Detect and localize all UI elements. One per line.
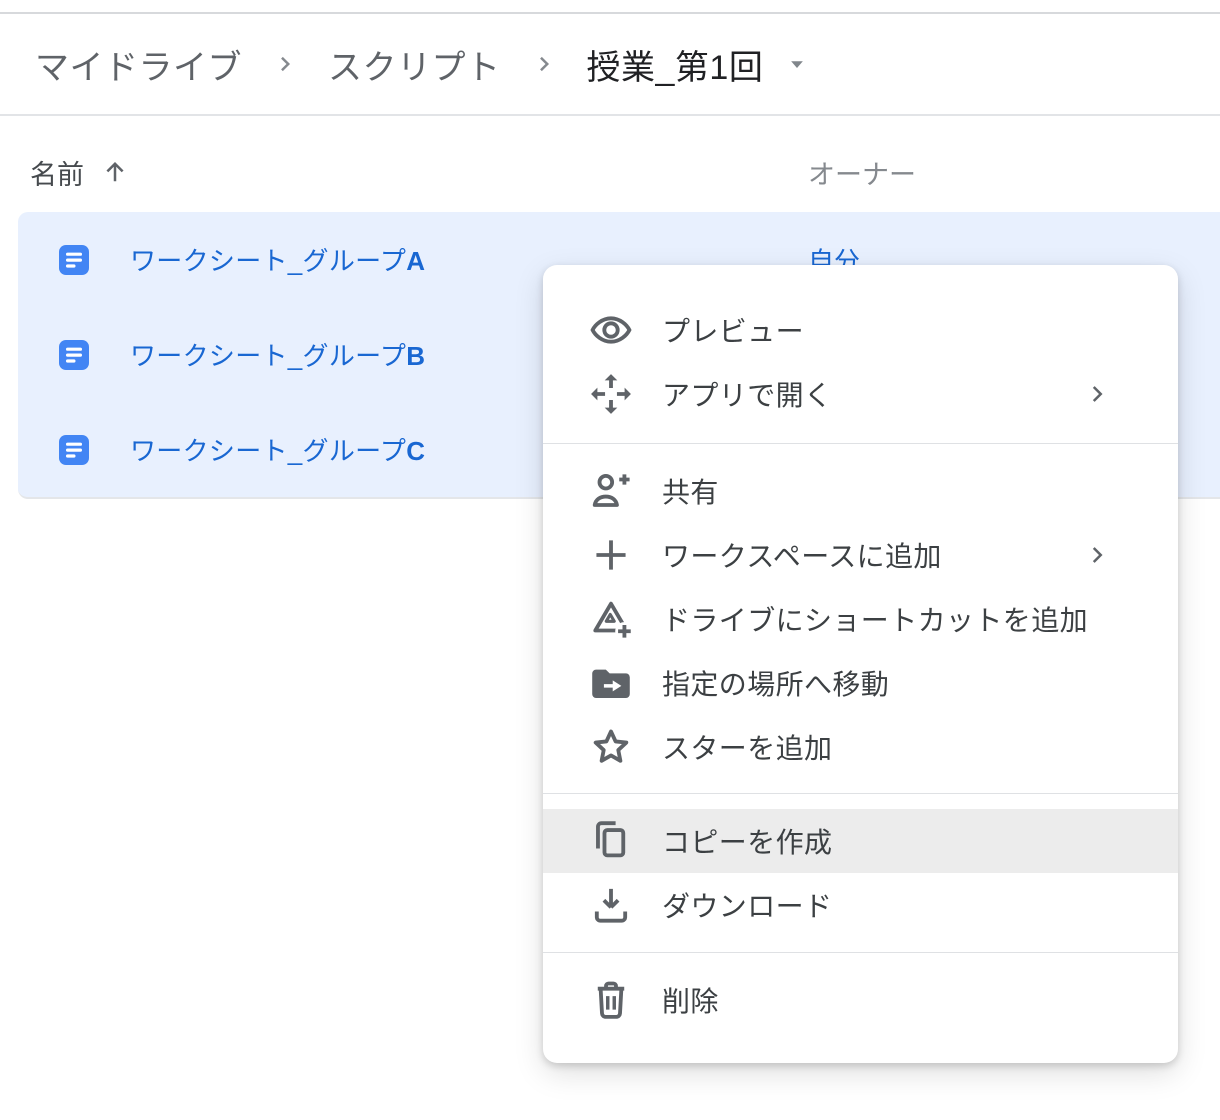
file-name: ワークシート_グループB [130,336,425,373]
menu-item-make-copy[interactable]: コピーを作成 [543,809,1178,873]
current-folder-label: 授業_第1回 [587,40,764,89]
person-add-icon [588,468,634,514]
sort-ascending-icon [100,157,130,187]
breadcrumb-my-drive[interactable]: マイドライブ [35,40,242,89]
google-doc-icon [58,339,90,371]
menu-divider [543,443,1178,444]
dropdown-caret-icon[interactable] [783,50,811,78]
top-divider [0,12,1220,14]
list-header: 名前 オーナー [0,150,1220,194]
menu-item-add-star[interactable]: スターを追加 [543,715,1178,779]
file-name: ワークシート_グループA [130,241,425,278]
menu-item-add-to-workspace[interactable]: ワークスペースに追加 [543,523,1178,587]
chevron-right-icon [531,51,557,77]
menu-item-share[interactable]: 共有 [543,459,1178,523]
google-doc-icon [58,434,90,466]
name-column-label: 名前 [30,153,84,192]
chevron-right-icon [1082,379,1112,409]
column-header-name[interactable]: 名前 [30,150,130,194]
menu-item-move-to[interactable]: 指定の場所へ移動 [543,651,1178,715]
menu-item-open-with-app[interactable]: アプリで開く [543,362,1178,426]
breadcrumb-scripts[interactable]: スクリプト [328,40,501,89]
folder-move-icon [588,660,634,706]
menu-item-add-shortcut-to-drive[interactable]: ドライブにショートカットを追加 [543,587,1178,651]
menu-item-preview[interactable]: プレビュー [543,298,1178,362]
menu-item-download[interactable]: ダウンロード [543,873,1178,937]
chevron-right-icon [1082,540,1112,570]
copy-icon [588,818,634,864]
download-icon [588,882,634,928]
plus-icon [588,532,634,578]
google-doc-icon [58,244,90,276]
breadcrumb-divider [0,114,1220,116]
star-icon [588,724,634,770]
breadcrumb-current-folder[interactable]: 授業_第1回 [587,40,812,89]
menu-divider [543,793,1178,794]
owner-column-label: オーナー [808,153,916,192]
eye-icon [588,307,634,353]
chevron-right-icon [272,51,298,77]
context-menu: プレビュー アプリで開く 共有 ワークスペースに追加 [543,265,1178,1063]
menu-divider [543,952,1178,953]
column-header-owner[interactable]: オーナー [808,150,916,194]
file-name: ワークシート_グループC [130,431,425,468]
breadcrumb: マイドライブ スクリプト 授業_第1回 [35,28,811,100]
add-to-drive-icon [588,596,634,642]
menu-item-delete[interactable]: 削除 [543,968,1178,1032]
open-with-icon [588,371,634,417]
trash-icon [588,977,634,1023]
